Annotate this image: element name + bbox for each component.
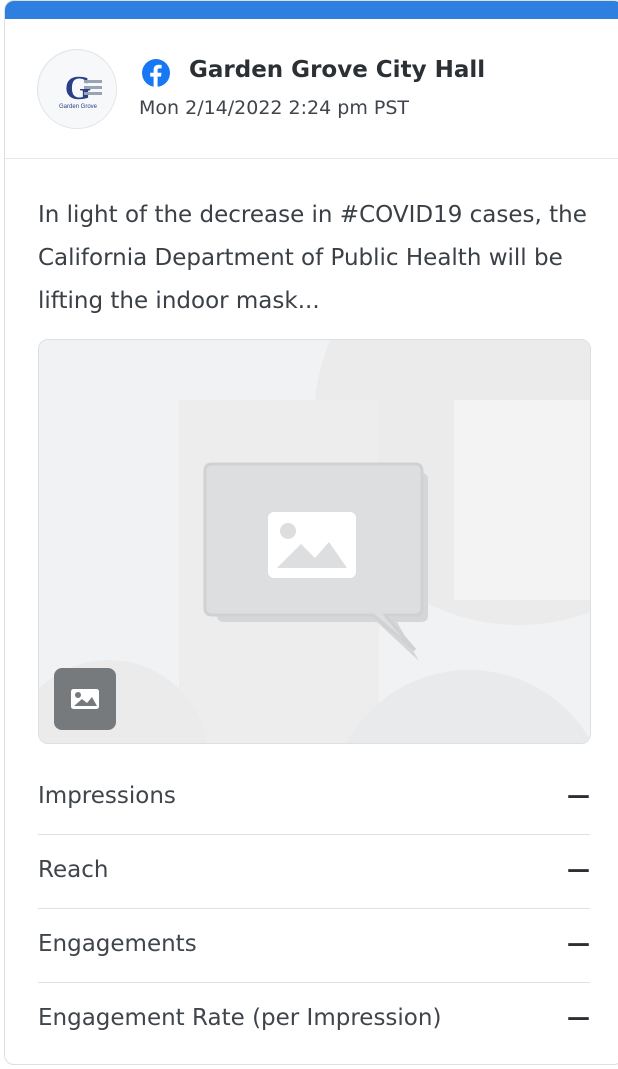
facebook-icon bbox=[142, 59, 170, 87]
metrics-list: Impressions — Reach — Engagements — Enga… bbox=[38, 761, 590, 1057]
page-name[interactable]: Garden Grove City Hall bbox=[189, 57, 485, 83]
post-header: G Garden Grove Garden Grove City Hall Mo… bbox=[5, 19, 618, 159]
metric-row-impressions: Impressions — bbox=[38, 761, 590, 835]
post-text: In light of the decrease in #COVID19 cas… bbox=[38, 202, 587, 314]
metric-label: Reach bbox=[38, 857, 109, 883]
metric-label: Engagement Rate (per Impression) bbox=[38, 1005, 442, 1031]
metric-row-reach: Reach — bbox=[38, 835, 590, 909]
post-card[interactable]: G Garden Grove Garden Grove City Hall Mo… bbox=[4, 0, 618, 1065]
metric-label: Impressions bbox=[38, 783, 176, 809]
garden-grove-logo: G Garden Grove bbox=[39, 51, 116, 128]
metric-value: — bbox=[567, 1005, 590, 1031]
metric-label: Engagements bbox=[38, 931, 197, 957]
metric-value: — bbox=[567, 931, 590, 957]
media-type-badge[interactable] bbox=[54, 668, 116, 730]
logo-caption: Garden Grove bbox=[59, 104, 98, 110]
card-accent-bar bbox=[5, 1, 618, 19]
media-placeholder-graphic bbox=[39, 340, 590, 743]
avatar[interactable]: G Garden Grove bbox=[37, 49, 117, 129]
metric-value: — bbox=[567, 783, 590, 809]
post-timestamp: Mon 2/14/2022 2:24 pm PST bbox=[139, 97, 409, 119]
metric-value: — bbox=[567, 857, 590, 883]
post-media[interactable] bbox=[38, 339, 591, 744]
metric-row-engagements: Engagements — bbox=[38, 909, 590, 983]
image-icon bbox=[71, 689, 99, 709]
metric-row-engagement-rate: Engagement Rate (per Impression) — bbox=[38, 983, 590, 1057]
